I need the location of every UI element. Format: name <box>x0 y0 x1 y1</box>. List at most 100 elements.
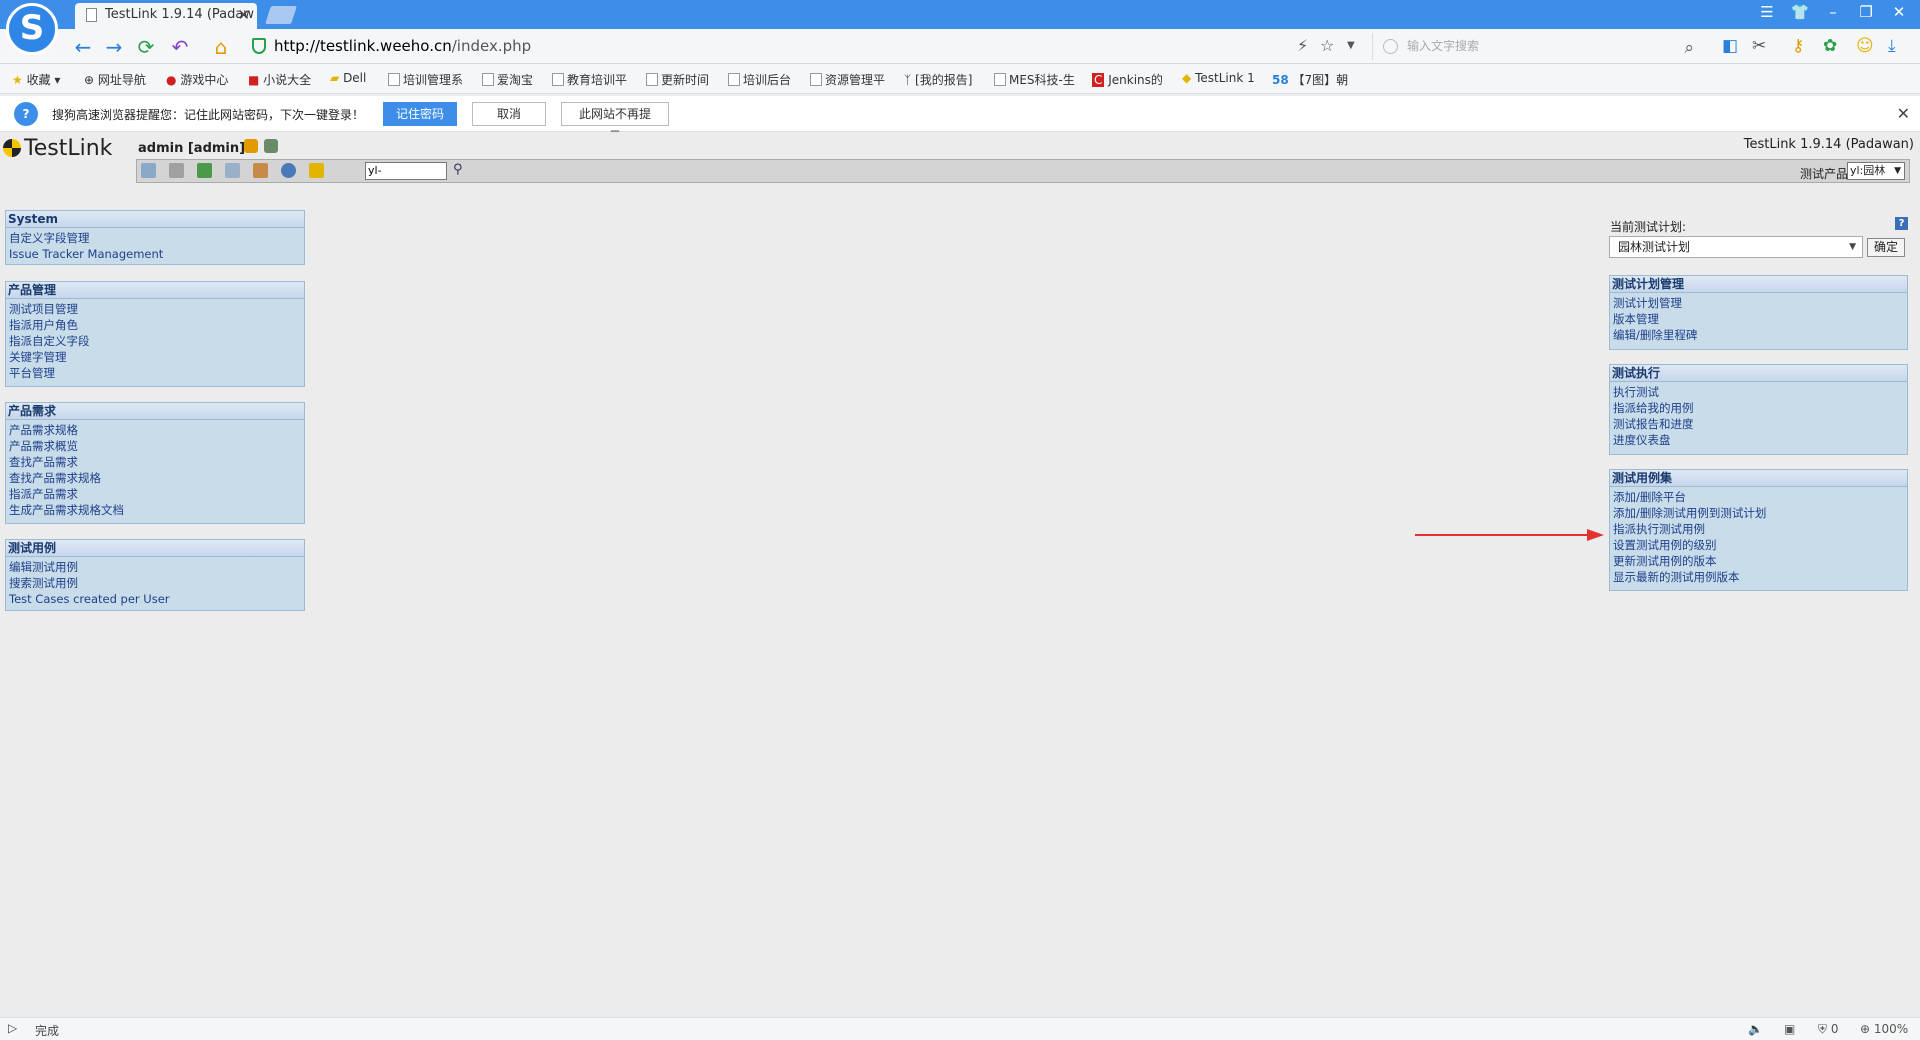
menu-link[interactable]: 测试计划管理 <box>1613 295 1904 311</box>
menu-link[interactable]: 编辑/删除里程碑 <box>1613 327 1904 343</box>
help-icon[interactable]: ? <box>1895 217 1908 230</box>
back-icon[interactable]: ← <box>70 35 96 59</box>
browser-tab[interactable]: TestLink 1.9.14 (Padaw ✕ <box>75 3 257 29</box>
bookmark-item[interactable]: ● 游戏中心 <box>166 71 228 88</box>
close-window-icon[interactable]: ✕ <box>1884 3 1914 21</box>
menu-link[interactable]: 更新测试用例的版本 <box>1613 553 1904 569</box>
execute-icon[interactable] <box>225 163 240 178</box>
refresh-icon[interactable]: ⟳ <box>133 35 159 59</box>
menu-link[interactable]: 版本管理 <box>1613 311 1904 327</box>
tab-close-icon[interactable]: ✕ <box>237 6 250 24</box>
menu-link[interactable]: 平台管理 <box>9 365 301 381</box>
test-plan-select[interactable]: 园林测试计划 ▼ <box>1609 236 1863 258</box>
browser-titlebar: TestLink 1.9.14 (Padaw ✕ ☰ 👕 – ❐ ✕ <box>0 0 1920 29</box>
menu-link[interactable]: 关键字管理 <box>9 349 301 365</box>
search-input[interactable]: 输入文字搜索 ⌕ <box>1372 33 1702 60</box>
menu-link[interactable]: 查找产品需求规格 <box>9 470 301 486</box>
bookmark-item[interactable]: C Jenkins的 <box>1092 71 1163 88</box>
menu-link[interactable]: 生成产品需求规格文档 <box>9 502 301 518</box>
sidebar-toggle-icon[interactable]: ▷ <box>8 1021 17 1035</box>
remember-password-button[interactable]: 记住密码 <box>383 102 457 126</box>
search-icon[interactable]: ⚲ <box>453 162 463 177</box>
menu-link[interactable]: 搜索测试用例 <box>9 575 301 591</box>
bookmark-item[interactable]: 培训管理系 <box>388 71 463 88</box>
search-icon[interactable]: ⌕ <box>1684 35 1694 62</box>
url-path: /index.php <box>451 37 532 55</box>
address-bar: ← → ⟳ ↶ ⌂ http://testlink.weeho.cn/index… <box>0 29 1920 64</box>
menu-link[interactable]: 进度仪表盘 <box>1613 432 1904 448</box>
menu-link[interactable]: 添加/删除平台 <box>1613 489 1904 505</box>
user-management-icon[interactable] <box>281 163 296 178</box>
sound-icon[interactable]: 🔈 <box>1748 1022 1763 1036</box>
requirements-icon[interactable] <box>169 163 184 178</box>
reports-icon[interactable] <box>253 163 268 178</box>
close-icon[interactable]: ✕ <box>1897 104 1910 123</box>
cancel-button[interactable]: 取消 <box>472 102 546 126</box>
bookmark-item[interactable]: 资源管理平 <box>810 71 885 88</box>
undo-icon[interactable]: ↶ <box>167 35 193 59</box>
menu-link[interactable]: 指派给我的用例 <box>1613 400 1904 416</box>
events-icon[interactable] <box>309 163 324 178</box>
download-icon[interactable]: ⤓ <box>1888 36 1896 56</box>
bookmark-item[interactable]: ᛉ [我的报告] <box>904 71 972 88</box>
testcase-search-input[interactable]: yl- <box>365 162 447 180</box>
menu-link[interactable]: 查找产品需求 <box>9 454 301 470</box>
bookmark-item[interactable]: 培训后台 <box>728 71 791 88</box>
sogou-logo-icon[interactable]: S <box>6 3 58 55</box>
menu-link[interactable]: 产品需求规格 <box>9 422 301 438</box>
new-tab-button[interactable] <box>265 6 297 24</box>
product-select[interactable]: yl:园林 ▼ <box>1847 162 1905 180</box>
restore-icon[interactable]: ❐ <box>1851 3 1881 21</box>
menu-link[interactable]: 指派执行测试用例 <box>1613 521 1904 537</box>
menu-link[interactable]: Test Cases created per User <box>9 591 301 607</box>
menu-icon[interactable]: ☰ <box>1752 3 1782 21</box>
menu-link[interactable]: Issue Tracker Management <box>9 246 301 262</box>
bookmark-item[interactable]: ★ 收藏 ▾ <box>12 71 60 88</box>
lightning-icon[interactable]: ⚡ <box>1297 36 1308 55</box>
key-icon[interactable]: ⚷ <box>1792 36 1804 56</box>
testlink-logo[interactable]: TestLink <box>3 136 112 161</box>
screenshot-icon[interactable]: ✂ <box>1752 36 1766 56</box>
menu-link[interactable]: 显示最新的测试用例版本 <box>1613 569 1904 585</box>
menu-link[interactable]: 测试项目管理 <box>9 301 301 317</box>
menu-link[interactable]: 执行测试 <box>1613 384 1904 400</box>
bookmark-item[interactable]: MES科技-生 <box>994 71 1075 88</box>
url-field[interactable]: http://testlink.weeho.cn/index.php <box>250 34 1360 59</box>
menu-link[interactable]: 测试报告和进度 <box>1613 416 1904 432</box>
extension-icon[interactable]: ◧ <box>1722 36 1738 56</box>
menu-link[interactable]: 自定义字段管理 <box>9 230 301 246</box>
security-shield-icon <box>252 38 266 54</box>
game-icon[interactable]: ✿ <box>1823 36 1837 56</box>
bookmark-item[interactable]: 教育培训平 <box>552 71 627 88</box>
personal-settings-icon[interactable] <box>244 139 258 153</box>
confirm-button[interactable]: 确定 <box>1867 238 1905 257</box>
bookmark-item[interactable]: ■ 小说大全 <box>248 71 311 88</box>
minimize-icon[interactable]: – <box>1818 3 1848 21</box>
never-remind-button[interactable]: 此网站不再提示 <box>561 102 669 143</box>
test-specification-icon[interactable] <box>197 163 212 178</box>
bookmark-item[interactable]: ◆ TestLink 1 <box>1182 71 1255 85</box>
menu-link[interactable]: 编辑测试用例 <box>9 559 301 575</box>
lock-icon[interactable]: ▣ <box>1784 1022 1795 1036</box>
bookmark-item[interactable]: 爱淘宝 <box>482 71 533 88</box>
bookmark-item[interactable]: 更新时间 <box>646 71 709 88</box>
menu-link[interactable]: 指派自定义字段 <box>9 333 301 349</box>
forward-icon[interactable]: → <box>101 35 127 59</box>
bookmark-item[interactable]: ▰ Dell <box>330 71 366 85</box>
menu-link[interactable]: 指派用户角色 <box>9 317 301 333</box>
bookmark-item[interactable]: ⊕ 网址导航 <box>84 71 146 88</box>
menu-link[interactable]: 产品需求概览 <box>9 438 301 454</box>
menu-link[interactable]: 设置测试用例的级别 <box>1613 537 1904 553</box>
desktop-icon[interactable] <box>141 163 156 178</box>
dropdown-icon[interactable]: ▼ <box>1347 40 1355 51</box>
adblock-icon[interactable]: ⛨ 0 <box>1818 1022 1838 1037</box>
bookmark-item[interactable]: 58 【7图】朝 <box>1272 71 1348 88</box>
home-icon[interactable]: ⌂ <box>208 35 234 59</box>
star-icon[interactable]: ☆ <box>1320 36 1334 55</box>
skin-icon[interactable]: 👕 <box>1785 3 1815 21</box>
logout-icon[interactable] <box>264 139 278 153</box>
smile-icon[interactable]: ☺ <box>1856 36 1874 56</box>
zoom-control[interactable]: ⊕ 100% <box>1860 1022 1908 1036</box>
menu-link[interactable]: 添加/删除测试用例到测试计划 <box>1613 505 1904 521</box>
menu-link[interactable]: 指派产品需求 <box>9 486 301 502</box>
